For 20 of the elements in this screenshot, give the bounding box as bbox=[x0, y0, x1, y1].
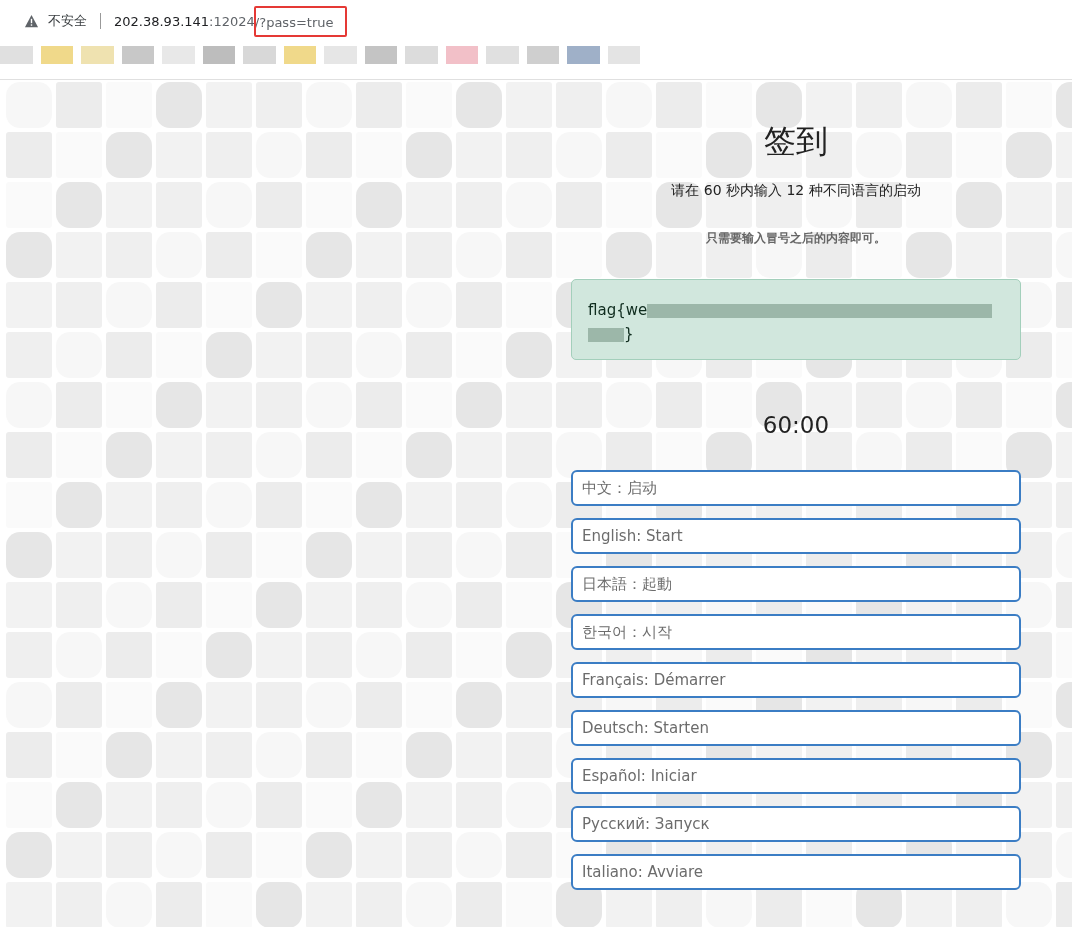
redacted-text-drawing bbox=[588, 327, 624, 342]
flag-text: } bbox=[624, 325, 634, 343]
flag-text: flag{we bbox=[588, 301, 648, 319]
instruction-text: 请在 60 秒内输入 12 种不同语言的启动 bbox=[671, 182, 921, 200]
input-field[interactable]: Deutsch: Starten bbox=[571, 710, 1021, 746]
security-label: 不安全 bbox=[48, 12, 87, 30]
input-field[interactable]: Español: Iniciar bbox=[571, 758, 1021, 794]
input-field[interactable]: 한국어：시작 bbox=[571, 614, 1021, 650]
input-field[interactable]: Русский: Запуск bbox=[571, 806, 1021, 842]
page-title: 签到 bbox=[764, 121, 828, 162]
input-field[interactable]: Français: Démarrer bbox=[571, 662, 1021, 698]
input-field[interactable]: Italiano: Avviare bbox=[571, 854, 1021, 890]
hint-text: 只需要输入冒号之后的内容即可。 bbox=[706, 230, 886, 247]
input-field[interactable]: 日本語：起動 bbox=[571, 566, 1021, 602]
url-text: /?pass=true bbox=[254, 14, 334, 30]
countdown-timer: 60:00 bbox=[762, 412, 830, 438]
input-field[interactable]: 中文：启动 bbox=[571, 470, 1021, 506]
url-text: 202.38.93.141:12024 bbox=[114, 13, 255, 29]
warning-icon bbox=[24, 14, 39, 28]
input-field[interactable]: English: Start bbox=[571, 518, 1021, 554]
